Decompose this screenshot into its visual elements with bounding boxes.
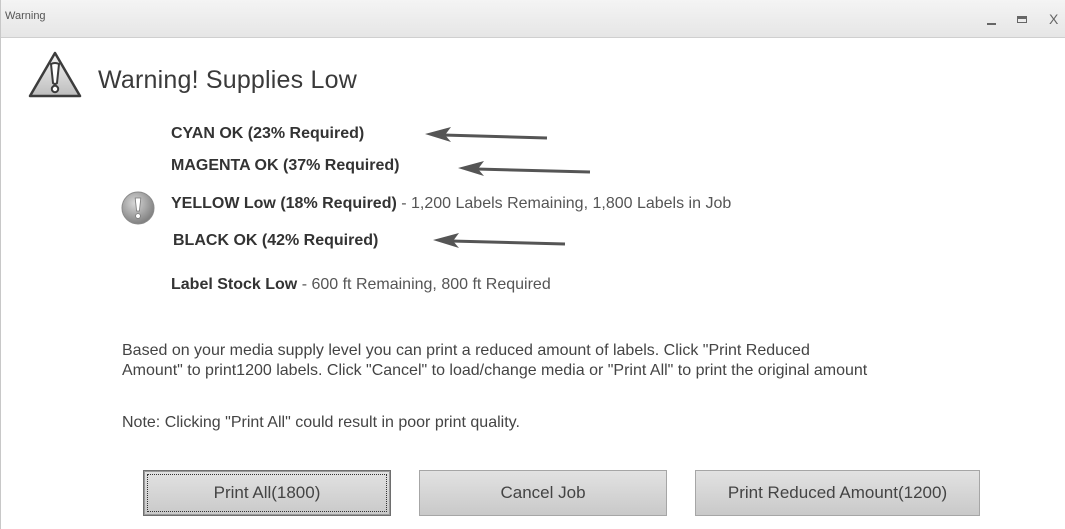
close-button[interactable]: X [1049,11,1058,27]
supply-magenta: MAGENTA OK (37% Required) [171,157,399,175]
window-title: Warning [5,10,46,22]
print-all-button[interactable]: Print All(1800) [143,470,391,516]
warning-dialog: Warning X Warning! Supplies Low CYAN OK … [0,0,1065,529]
maximize-icon [1017,16,1027,23]
supply-yellow: YELLOW Low (18% Required) - 1,200 Labels… [171,195,731,213]
focus-rectangle [147,474,387,512]
supply-label: YELLOW Low (18% Required) [171,195,397,212]
left-arrow-icon [425,127,548,142]
supply-label-stock: Label Stock Low - 600 ft Remaining, 800 … [171,276,551,294]
print-reduced-button[interactable]: Print Reduced Amount(1200) [695,470,980,516]
left-arrow-icon [458,161,591,176]
supply-cyan: CYAN OK (23% Required) [171,125,364,143]
message-line-2: Amount" to print1200 labels. Click "Canc… [122,362,868,379]
exclamation-circle-icon [121,191,155,225]
left-arrow-icon [433,233,566,248]
supply-label: Label Stock Low [171,276,298,293]
message-line-1: Based on your media supply level you can… [122,342,810,359]
supply-label: BLACK OK (42% Required) [173,232,379,249]
supply-black: BLACK OK (42% Required) [173,232,378,250]
warning-triangle-icon [28,51,82,98]
supply-label: CYAN OK (23% Required) [171,125,365,142]
print-reduced-label: Print Reduced Amount(1200) [727,483,948,502]
cancel-job-label: Cancel Job [500,483,586,502]
dialog-heading: Warning! Supplies Low [98,66,357,94]
title-bar[interactable]: Warning X [1,0,1065,38]
minimize-icon [987,23,996,25]
supply-detail: - 600 ft Remaining, 800 ft Required [297,276,551,293]
supply-detail: - 1,200 Labels Remaining, 1,800 Labels i… [396,195,732,212]
minimize-button[interactable] [987,13,996,25]
note-text: Note: Clicking "Print All" could result … [122,414,520,431]
supply-label: MAGENTA OK (37% Required) [171,157,400,174]
cancel-job-button[interactable]: Cancel Job [419,470,667,516]
maximize-button[interactable] [1017,12,1027,23]
